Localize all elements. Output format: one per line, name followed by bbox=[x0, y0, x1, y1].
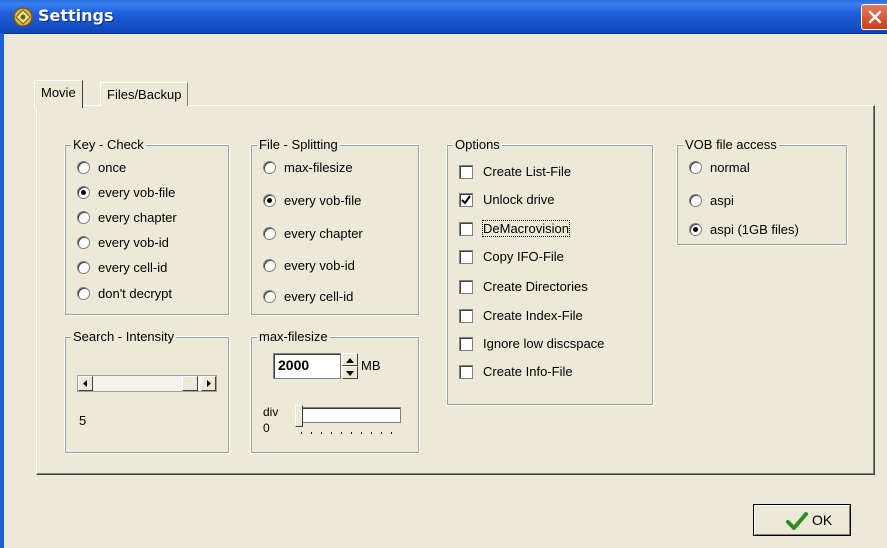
div-slider-track[interactable] bbox=[295, 407, 401, 423]
radio-button[interactable] bbox=[77, 236, 90, 250]
key-check-label: Key - Check bbox=[71, 137, 146, 153]
radio-button[interactable] bbox=[263, 290, 276, 304]
radio-button-selected[interactable] bbox=[263, 194, 276, 208]
scroll-left-button[interactable] bbox=[78, 376, 93, 391]
arrow-down-icon bbox=[346, 371, 354, 376]
search-intensity-value: 5 bbox=[79, 413, 87, 428]
radio-button[interactable] bbox=[263, 259, 276, 273]
div-label: div bbox=[263, 405, 279, 419]
arrow-right-icon bbox=[207, 380, 211, 387]
app-icon bbox=[13, 7, 33, 27]
radio-button[interactable] bbox=[263, 227, 276, 241]
max-filesize-group: max-filesize 2000 MB div 0 bbox=[250, 329, 420, 454]
radio-key-once[interactable]: once bbox=[77, 159, 126, 177]
radio-split-every-vob-id[interactable]: every vob-id bbox=[263, 257, 355, 275]
checkbox-create-list-file[interactable]: Create List-File bbox=[459, 163, 571, 181]
radio-button-selected[interactable] bbox=[77, 186, 90, 200]
ok-label: OK bbox=[812, 512, 833, 528]
arrow-left-icon bbox=[83, 380, 87, 387]
search-intensity-scrollbar[interactable] bbox=[77, 375, 217, 392]
radio-key-every-vob-file[interactable]: every vob-file bbox=[77, 184, 175, 202]
radio-vob-normal[interactable]: normal bbox=[689, 159, 750, 177]
max-filesize-unit: MB bbox=[361, 358, 381, 373]
div-value: 0 bbox=[263, 421, 270, 435]
radio-button-selected[interactable] bbox=[689, 223, 702, 237]
div-slider-thumb[interactable] bbox=[295, 405, 303, 427]
options-label: Options bbox=[453, 137, 502, 153]
search-intensity-label: Search - Intensity bbox=[71, 329, 177, 345]
div-slider-ticks bbox=[301, 432, 401, 434]
radio-key-every-chapter[interactable]: every chapter bbox=[77, 209, 177, 227]
close-button[interactable] bbox=[861, 4, 887, 30]
radio-button[interactable] bbox=[263, 161, 276, 175]
radio-vob-aspi-1gb[interactable]: aspi (1GB files) bbox=[689, 221, 799, 239]
radio-split-every-vob-file[interactable]: every vob-file bbox=[263, 192, 361, 210]
checkmark-icon bbox=[786, 512, 808, 530]
max-filesize-input[interactable]: 2000 bbox=[273, 353, 341, 379]
arrow-up-icon bbox=[346, 358, 354, 363]
file-splitting-group: File - Splitting max-filesize every vob-… bbox=[250, 137, 420, 316]
radio-split-max-filesize[interactable]: max-filesize bbox=[263, 159, 353, 177]
checkbox[interactable] bbox=[459, 249, 473, 264]
radio-split-every-cell-id[interactable]: every cell-id bbox=[263, 288, 353, 306]
radio-button[interactable] bbox=[77, 161, 90, 175]
spin-up-button[interactable] bbox=[342, 353, 358, 366]
checkbox[interactable] bbox=[459, 308, 473, 323]
checkbox[interactable] bbox=[459, 279, 473, 294]
scroll-thumb[interactable] bbox=[182, 376, 198, 391]
radio-key-dont-decrypt[interactable]: don't decrypt bbox=[77, 285, 172, 303]
radio-split-every-chapter[interactable]: every chapter bbox=[263, 225, 363, 243]
radio-button[interactable] bbox=[77, 211, 90, 225]
window-title: Settings bbox=[38, 6, 114, 25]
close-icon bbox=[868, 10, 882, 24]
radio-key-every-cell-id[interactable]: every cell-id bbox=[77, 259, 167, 277]
checkbox-copy-ifo-file[interactable]: Copy IFO-File bbox=[459, 248, 564, 266]
file-splitting-label: File - Splitting bbox=[257, 137, 340, 153]
radio-key-every-vob-id[interactable]: every vob-id bbox=[77, 234, 169, 252]
checkbox[interactable] bbox=[459, 164, 473, 179]
checkbox[interactable] bbox=[459, 336, 473, 351]
search-intensity-group: Search - Intensity 5 bbox=[64, 329, 230, 454]
checkbox-create-index-file[interactable]: Create Index-File bbox=[459, 307, 583, 325]
tab-files-backup[interactable]: Files/Backup bbox=[100, 82, 189, 106]
ok-button[interactable]: OK bbox=[753, 504, 851, 536]
checkbox-checked[interactable] bbox=[459, 192, 473, 207]
options-group: Options Create List-File Unlock drive De… bbox=[446, 137, 654, 406]
checkbox-create-directories[interactable]: Create Directories bbox=[459, 278, 588, 296]
spin-down-button[interactable] bbox=[342, 366, 358, 379]
radio-button[interactable] bbox=[77, 261, 90, 275]
scroll-right-button[interactable] bbox=[201, 376, 216, 391]
checkbox[interactable] bbox=[459, 221, 473, 236]
checkbox[interactable] bbox=[459, 364, 473, 379]
key-check-group: Key - Check once every vob-file every ch… bbox=[64, 137, 230, 316]
checkbox-create-info-file[interactable]: Create Info-File bbox=[459, 363, 573, 381]
vob-file-access-label: VOB file access bbox=[683, 137, 779, 153]
radio-vob-aspi[interactable]: aspi bbox=[689, 192, 734, 210]
radio-button[interactable] bbox=[77, 287, 90, 301]
title-bar[interactable]: Settings bbox=[0, 0, 887, 34]
radio-button[interactable] bbox=[689, 194, 702, 208]
tab-movie[interactable]: Movie bbox=[34, 80, 83, 108]
window-border bbox=[0, 33, 4, 548]
checkbox-ignore-low-discspace[interactable]: Ignore low discspace bbox=[459, 335, 604, 353]
checkbox-unlock-drive[interactable]: Unlock drive bbox=[459, 191, 555, 209]
checkbox-demacrovision[interactable]: DeMacrovision bbox=[459, 220, 570, 238]
vob-file-access-group: VOB file access normal aspi aspi (1GB fi… bbox=[676, 137, 848, 246]
checkmark-icon bbox=[461, 194, 471, 205]
max-filesize-label: max-filesize bbox=[257, 329, 330, 345]
radio-button[interactable] bbox=[689, 161, 702, 175]
